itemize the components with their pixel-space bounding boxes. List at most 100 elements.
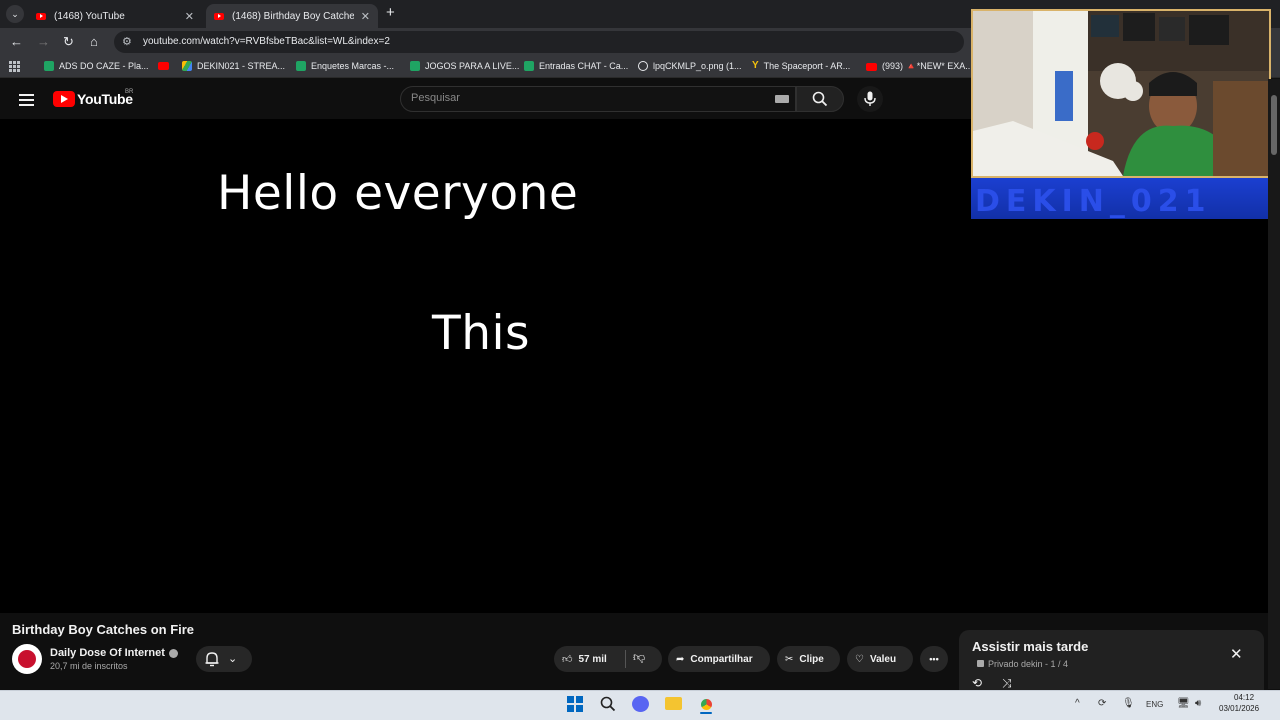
bookmark-label: lpqCKMLP_o.png (1... [653, 61, 742, 71]
scrollbar-thumb[interactable] [1271, 95, 1277, 155]
video-caption-line-1: Hello everyone [217, 166, 579, 221]
microphone-tray-icon[interactable]: 🎙︎ [1122, 698, 1135, 709]
clip-label: Clipe [799, 653, 824, 665]
like-count: 57 mil [578, 653, 607, 665]
clip-button[interactable]: ✂ Clipe [777, 646, 840, 672]
bookmark-youtube[interactable] [158, 62, 174, 70]
channel-avatar[interactable] [12, 644, 42, 674]
page-scrollbar[interactable] [1268, 79, 1280, 689]
video-title: Birthday Boy Catches on Fire [12, 622, 195, 637]
windows-start-icon[interactable] [567, 696, 583, 712]
microphone-icon [864, 91, 876, 106]
bookmark-label: Entradas CHAT - Ca... [539, 61, 629, 71]
tab-label: (1468) YouTube [54, 10, 125, 22]
youtube-icon [866, 62, 877, 71]
drive-icon [182, 61, 192, 71]
loop-icon[interactable]: ⟲ [972, 676, 982, 690]
sheets-icon [296, 61, 306, 71]
search-button[interactable] [796, 86, 844, 112]
sheets-icon [524, 61, 534, 71]
bookmark-entradas[interactable]: Entradas CHAT - Ca... [524, 61, 628, 71]
keyboard-icon[interactable] [775, 95, 789, 103]
notification-bell-button[interactable]: ⌄ [196, 646, 252, 672]
more-label: ••• [929, 654, 939, 664]
menu-icon[interactable] [19, 94, 34, 106]
bookmark-ads-do-caze[interactable]: ADS DO CAZE - Pla... [44, 61, 149, 71]
show-hidden-icons-icon[interactable]: ^ [1075, 698, 1080, 709]
discord-icon[interactable] [632, 696, 649, 712]
thanks-button[interactable]: ♡ Valeu [847, 646, 913, 672]
playlist-subtitle: Privado dekin - 1 / 4 [988, 659, 1069, 669]
like-button[interactable]: 👍︎ 57 mil [562, 653, 607, 666]
volume-icon[interactable]: 🔊︎ [1195, 698, 1201, 709]
bookmark-jogos[interactable]: JOGOS PARA A LIVE... [410, 61, 519, 71]
scissors-icon: ✂ [785, 653, 794, 665]
language-indicator[interactable]: ENG [1146, 700, 1163, 709]
voice-search-button[interactable] [857, 86, 883, 112]
like-dislike-group: 👍︎ 57 mil [554, 646, 662, 672]
heart-dollar-icon: ♡ [855, 653, 864, 665]
bookmark-png[interactable]: lpqCKMLP_o.png (1... [638, 61, 742, 71]
country-code: BR [125, 89, 134, 95]
close-playlist-icon[interactable]: ✕ [1230, 645, 1243, 663]
bookmark-label: ADS DO CAZE - Pla... [59, 61, 149, 71]
sync-icon[interactable]: ⟳ [1098, 698, 1106, 709]
bookmark-dekin021[interactable]: DEKIN021 - STREA... [182, 61, 285, 71]
bookmark-label: JOGOS PARA A LIVE... [425, 61, 520, 71]
lock-icon [977, 660, 984, 667]
clock-date[interactable]: 03/01/2026 [1219, 704, 1259, 713]
playlist-title[interactable]: Assistir mais tarde [972, 639, 1088, 654]
file-explorer-icon[interactable] [665, 697, 682, 710]
close-tab-icon[interactable]: ✕ [361, 10, 370, 23]
webcam-overlay [971, 9, 1271, 178]
search-input[interactable]: Pesquisar [411, 92, 460, 104]
shuffle-icon[interactable]: ⤨ [1002, 676, 1012, 691]
url-text[interactable]: youtube.com/watch?v=RVBfsbeTBac&list=WL&… [143, 36, 390, 47]
y-icon: Y [752, 60, 759, 71]
share-label: Compartilhar [690, 653, 753, 665]
home-icon[interactable]: ⌂ [90, 34, 98, 50]
stream-banner-text: DEKIN_021 [975, 184, 1212, 219]
stream-banner: DEKIN_021 [971, 178, 1271, 219]
like-divider [625, 650, 626, 668]
reload-icon[interactable]: ↻ [63, 34, 74, 50]
thanks-label: Valeu [869, 653, 897, 665]
chrome-icon[interactable] [698, 696, 715, 713]
bookmark-exa[interactable]: (993) 🔺*NEW* EXA... [866, 61, 973, 72]
site-info-icon[interactable]: ⚙ [122, 35, 132, 48]
tab-youtube[interactable]: (1468) YouTube ✕ [28, 4, 202, 28]
bookmark-enquetes[interactable]: Enquetes Marcas -... [296, 61, 394, 71]
bookmark-spaceport[interactable]: Y The Spaceport - AR... [752, 60, 850, 71]
video-caption-line-2: This [432, 306, 531, 361]
share-button[interactable]: ➦ Compartilhar [668, 646, 770, 672]
sheets-icon [44, 61, 54, 71]
search-icon [812, 91, 828, 107]
channel-name[interactable]: Daily Dose Of Internet [50, 647, 165, 659]
apps-grid-icon[interactable] [9, 61, 20, 72]
sheets-icon [410, 61, 420, 71]
bell-icon [205, 652, 219, 667]
thumbs-up-icon: 👍︎ [562, 654, 573, 665]
youtube-icon [158, 62, 169, 70]
youtube-logo-icon[interactable] [53, 91, 75, 107]
tab-search-button[interactable]: ⌄ [6, 5, 24, 23]
verified-badge-icon [169, 649, 178, 658]
more-actions-button[interactable]: ••• [920, 646, 948, 672]
tab-birthday-boy[interactable]: (1468) Birthday Boy Catches on Fire ✕ [206, 4, 378, 28]
back-arrow-icon[interactable]: ← [10, 34, 23, 50]
youtube-favicon-icon [36, 12, 46, 20]
subscriber-count: 20,7 mi de inscritos [50, 661, 128, 671]
thumbs-down-icon[interactable]: 👎︎ [633, 650, 645, 665]
bookmark-label: DEKIN021 - STREA... [197, 61, 286, 71]
bookmark-label: Enquetes Marcas -... [311, 61, 395, 71]
taskbar-search-icon[interactable] [600, 696, 616, 712]
network-icon[interactable]: 🖥︎ [1177, 698, 1190, 709]
forward-arrow-icon[interactable]: → [37, 34, 50, 50]
youtube-favicon-icon [214, 12, 224, 20]
new-tab-button[interactable]: + [386, 4, 395, 21]
close-tab-icon[interactable]: ✕ [185, 10, 194, 23]
active-app-indicator [700, 712, 712, 714]
clock-time[interactable]: 04:12 [1234, 693, 1254, 702]
webcam-scene-image [973, 11, 1269, 176]
share-icon: ➦ [676, 653, 685, 665]
